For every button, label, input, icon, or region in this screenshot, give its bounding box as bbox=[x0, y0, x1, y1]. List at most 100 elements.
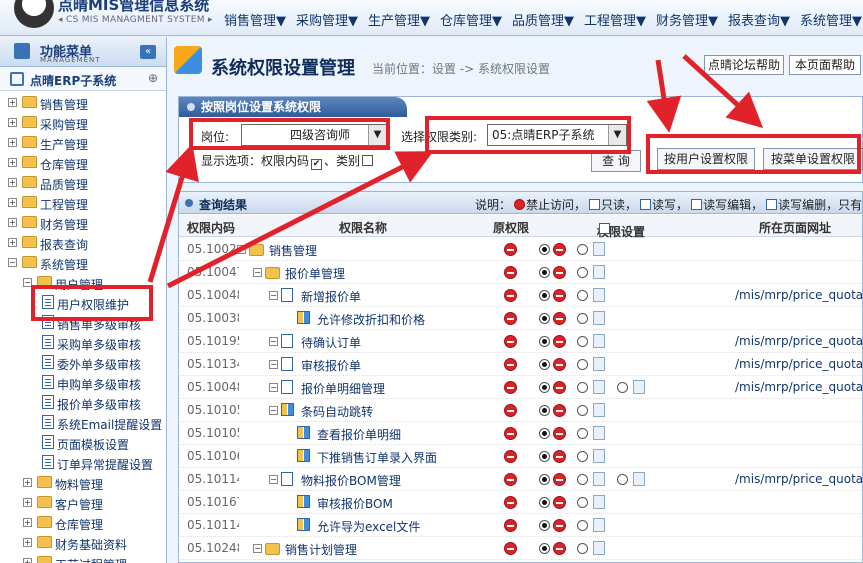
forbidden-radio[interactable] bbox=[539, 405, 550, 416]
forbidden-radio[interactable] bbox=[539, 451, 550, 462]
folder-icon bbox=[22, 216, 37, 228]
readwrite-radio[interactable] bbox=[617, 474, 628, 485]
collapse-icon[interactable]: − bbox=[8, 258, 17, 267]
collapse-icon[interactable]: − bbox=[269, 383, 278, 392]
top-nav-item[interactable]: 生产管理▼ bbox=[368, 10, 430, 29]
top-nav-item[interactable]: 财务管理▼ bbox=[656, 10, 718, 29]
readonly-radio[interactable] bbox=[577, 359, 588, 370]
forbidden-radio[interactable] bbox=[539, 336, 550, 347]
forbidden-radio[interactable] bbox=[539, 474, 550, 485]
forbidden-radio[interactable] bbox=[539, 290, 550, 301]
permission-code: 05.10105 bbox=[187, 403, 239, 417]
readonly-radio[interactable] bbox=[577, 474, 588, 485]
permission-code: 05.10248 bbox=[187, 541, 239, 555]
sidebar-tree-item[interactable]: + 采购管理 bbox=[0, 113, 166, 133]
sidebar-tree-item[interactable]: 报价单多级审核 bbox=[0, 393, 166, 413]
expand-icon[interactable]: + bbox=[8, 198, 17, 207]
readonly-radio[interactable] bbox=[577, 451, 588, 462]
expand-icon[interactable]: + bbox=[8, 218, 17, 227]
sidebar-tree-item[interactable]: + 工程管理 bbox=[0, 193, 166, 213]
show-code-checkbox[interactable]: ✔ bbox=[311, 159, 323, 170]
readonly-radio[interactable] bbox=[577, 543, 588, 554]
readonly-radio[interactable] bbox=[577, 497, 588, 508]
collapse-icon[interactable]: − bbox=[237, 245, 246, 254]
top-nav-item[interactable]: 系统管理▼ bbox=[800, 10, 862, 29]
select-all-checkbox[interactable] bbox=[599, 223, 610, 234]
expand-icon[interactable]: + bbox=[8, 238, 17, 247]
forbidden-radio[interactable] bbox=[539, 520, 550, 531]
expand-icon[interactable]: + bbox=[23, 518, 32, 527]
collapse-icon[interactable]: − bbox=[253, 268, 262, 277]
forbidden-radio[interactable] bbox=[539, 267, 550, 278]
sidebar-tree-item[interactable]: 页面模板设置 bbox=[0, 433, 166, 453]
collapse-sidebar-button[interactable]: « bbox=[140, 45, 156, 59]
top-nav-item[interactable]: 采购管理▼ bbox=[296, 10, 358, 29]
readonly-radio[interactable] bbox=[577, 428, 588, 439]
sidebar-tree-item[interactable]: + 客户管理 bbox=[0, 493, 166, 513]
readonly-radio[interactable] bbox=[577, 313, 588, 324]
forbidden-radio[interactable] bbox=[539, 497, 550, 508]
top-nav-item[interactable]: 品质管理▼ bbox=[512, 10, 574, 29]
settings-icon[interactable]: ⊕ bbox=[148, 71, 158, 85]
sidebar-tree-item[interactable]: + 仓库管理 bbox=[0, 513, 166, 533]
permission-name: 条码自动跳转 bbox=[301, 405, 374, 419]
expand-icon[interactable]: + bbox=[23, 498, 32, 507]
sidebar-tree-item[interactable]: 系统Email提醒设置 bbox=[0, 413, 166, 433]
forbidden-radio[interactable] bbox=[539, 313, 550, 324]
forbidden-radio[interactable] bbox=[539, 428, 550, 439]
forbidden-radio[interactable] bbox=[539, 543, 550, 554]
sidebar-tree-item[interactable]: 委外单多级审核 bbox=[0, 353, 166, 373]
table-row: 05.10038 允许修改折扣和价格 bbox=[179, 307, 862, 330]
sidebar-tree-item[interactable]: + 品质管理 bbox=[0, 173, 166, 193]
top-nav-item[interactable]: 仓库管理▼ bbox=[440, 10, 502, 29]
page-help-button[interactable]: 本页面帮助 bbox=[789, 55, 861, 75]
forbidden-radio[interactable] bbox=[539, 244, 550, 255]
expand-icon[interactable]: + bbox=[8, 98, 17, 107]
expand-icon[interactable]: + bbox=[8, 138, 17, 147]
top-nav-item[interactable]: 工程管理▼ bbox=[584, 10, 646, 29]
sidebar-tree-item[interactable]: + 销售管理 bbox=[0, 93, 166, 113]
forum-help-button[interactable]: 点晴论坛帮助 bbox=[704, 55, 784, 75]
readonly-radio[interactable] bbox=[577, 290, 588, 301]
collapse-icon[interactable]: − bbox=[269, 291, 278, 300]
sidebar-tree-item[interactable]: 订单异常提醒设置 bbox=[0, 453, 166, 473]
permission-code: 05.10195 bbox=[187, 334, 239, 348]
permission-name: 报价单明细管理 bbox=[301, 382, 386, 396]
sidebar-tree-item[interactable]: 申购单多级审核 bbox=[0, 373, 166, 393]
top-nav-item[interactable]: 报表查询▼ bbox=[728, 10, 790, 29]
collapse-icon[interactable]: − bbox=[269, 360, 278, 369]
collapse-icon[interactable]: − bbox=[269, 406, 278, 415]
readonly-radio[interactable] bbox=[577, 267, 588, 278]
col-code: 权限内码 bbox=[187, 221, 236, 235]
readonly-radio[interactable] bbox=[577, 382, 588, 393]
sidebar-tree-item[interactable]: − 系统管理 bbox=[0, 253, 166, 273]
sidebar-tree-item[interactable]: + 生产管理 bbox=[0, 133, 166, 153]
subsystem-header[interactable]: 点晴ERP子系统 ⊕ bbox=[0, 67, 166, 91]
show-category-checkbox[interactable] bbox=[362, 155, 374, 166]
collapse-icon[interactable]: − bbox=[269, 337, 278, 346]
sidebar-tree-item[interactable]: + 报表查询 bbox=[0, 233, 166, 253]
expand-icon[interactable]: + bbox=[8, 118, 17, 127]
collapse-icon[interactable]: − bbox=[269, 475, 278, 484]
readwrite-radio[interactable] bbox=[617, 382, 628, 393]
expand-icon[interactable]: + bbox=[8, 178, 17, 187]
expand-icon[interactable]: + bbox=[23, 538, 32, 547]
original-forbidden-icon bbox=[504, 473, 517, 486]
readonly-radio[interactable] bbox=[577, 336, 588, 347]
expand-icon[interactable]: + bbox=[23, 478, 32, 487]
sidebar-tree-item[interactable]: + 财务管理 bbox=[0, 213, 166, 233]
sidebar-tree-item[interactable]: 采购单多级审核 bbox=[0, 333, 166, 353]
sidebar-tree-item[interactable]: + 工艺过程管理 bbox=[0, 553, 166, 563]
sidebar-tree-item[interactable]: + 物料管理 bbox=[0, 473, 166, 493]
expand-icon[interactable]: + bbox=[23, 558, 32, 563]
forbidden-radio[interactable] bbox=[539, 382, 550, 393]
readonly-radio[interactable] bbox=[577, 244, 588, 255]
sidebar-tree-item[interactable]: + 财务基础资料 bbox=[0, 533, 166, 553]
readonly-radio[interactable] bbox=[577, 520, 588, 531]
forbidden-radio[interactable] bbox=[539, 359, 550, 370]
top-nav-item[interactable]: 销售管理▼ bbox=[224, 10, 286, 29]
sidebar-tree-item[interactable]: + 仓库管理 bbox=[0, 153, 166, 173]
expand-icon[interactable]: + bbox=[8, 158, 17, 167]
collapse-icon[interactable]: − bbox=[253, 544, 262, 553]
readonly-radio[interactable] bbox=[577, 405, 588, 416]
